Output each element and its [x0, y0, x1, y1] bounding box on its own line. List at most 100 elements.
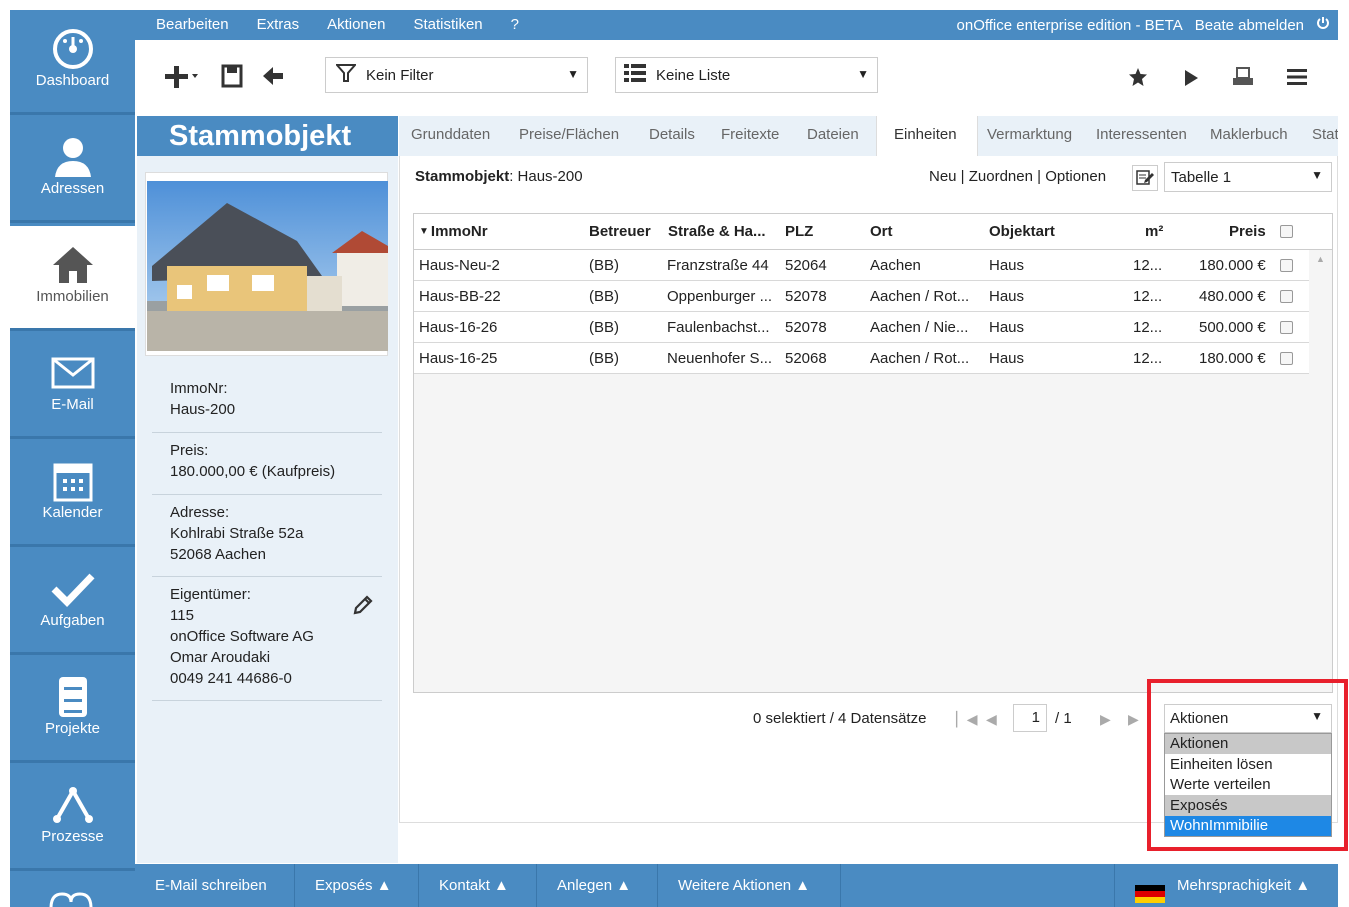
- row-checkbox[interactable]: [1280, 281, 1293, 311]
- object-info-panel: ImmoNr: Haus-200 Preis: 180.000,00 € (Ka…: [137, 156, 398, 863]
- menu-bearbeiten[interactable]: Bearbeiten: [156, 16, 229, 33]
- sidebar-item-label: E-Mail: [51, 396, 94, 413]
- column-header-m2[interactable]: m²: [1145, 214, 1163, 249]
- info-preis: Preis: 180.000,00 € (Kaufpreis): [152, 440, 382, 495]
- edit-pencil-icon[interactable]: [352, 594, 374, 622]
- cell-ort: Aachen / Rot...: [870, 287, 970, 305]
- column-header-immonr[interactable]: ▼ ImmoNr: [419, 214, 488, 249]
- hamburger-menu-icon[interactable]: [1287, 69, 1307, 89]
- vertical-scrollbar[interactable]: ▲: [1311, 250, 1332, 692]
- first-page-icon[interactable]: ▏◀: [956, 711, 978, 728]
- menu-statistiken[interactable]: Statistiken: [413, 16, 482, 33]
- anlegen-menu-button[interactable]: Anlegen ▲: [537, 864, 658, 907]
- column-header-plz[interactable]: PLZ: [785, 214, 813, 249]
- sidebar-item-label: Kalender: [42, 504, 103, 521]
- cell-betreuer: (BB): [589, 256, 619, 274]
- property-photo: [145, 172, 388, 356]
- cell-strasse: Franzstraße 44: [667, 256, 769, 274]
- tab-grunddaten[interactable]: Grunddaten: [411, 116, 490, 156]
- table-row[interactable]: Haus-16-25 (BB) Neuenhofer S... 52068 Aa…: [414, 343, 1309, 374]
- row-checkbox[interactable]: [1280, 250, 1293, 280]
- action-links[interactable]: Neu | Zuordnen | Optionen: [929, 168, 1106, 185]
- cell-preis: 500.000 €: [1199, 318, 1266, 336]
- cell-m2: 12...: [1133, 318, 1163, 336]
- checkmark-icon: [10, 564, 135, 614]
- row-checkbox[interactable]: [1280, 343, 1293, 373]
- cell-ort: Aachen / Nie...: [870, 318, 969, 336]
- tab-freitexte[interactable]: Freitexte: [721, 116, 779, 156]
- row-checkbox[interactable]: [1280, 312, 1293, 342]
- exposes-menu-button[interactable]: Exposés ▲: [295, 864, 419, 907]
- tab-vermarktung[interactable]: Vermarktung: [987, 116, 1072, 156]
- tab-interessenten[interactable]: Interessenten: [1096, 116, 1187, 156]
- edition-label: onOffice enterprise edition - BETA: [956, 16, 1183, 34]
- prev-page-icon[interactable]: ◀: [986, 711, 997, 728]
- sidebar-item-label: Immobilien: [36, 288, 109, 305]
- cell-immonr: Haus-16-25: [419, 349, 498, 367]
- table-header: ▼ ImmoNr Betreuer Straße & Ha... PLZ Ort …: [414, 214, 1332, 250]
- cell-strasse: Faulenbachst...: [667, 318, 770, 336]
- power-icon[interactable]: [1316, 16, 1330, 34]
- filter-select[interactable]: Kein Filter ▼: [325, 57, 588, 93]
- sidebar-item-immobilien[interactable]: Immobilien: [10, 226, 135, 331]
- add-plus-icon[interactable]: [165, 64, 199, 94]
- save-icon[interactable]: [221, 64, 243, 92]
- star-icon[interactable]: [1128, 67, 1148, 91]
- adresse-street: Kohlrabi Straße 52a: [170, 525, 304, 542]
- kontakt-menu-button[interactable]: Kontakt ▲: [419, 864, 537, 907]
- top-menu-bar: Bearbeiten Extras Aktionen Statistiken ?…: [135, 10, 1338, 40]
- column-header-betreuer[interactable]: Betreuer: [589, 214, 651, 249]
- immonr-value: Haus-200: [170, 401, 236, 418]
- tab-stat[interactable]: Stat: [1312, 116, 1338, 156]
- sidebar-item-adressen[interactable]: Adressen: [10, 118, 135, 223]
- table-row[interactable]: Haus-16-26 (BB) Faulenbachst... 52078 Aa…: [414, 312, 1309, 343]
- chevron-down-icon: ▼: [567, 67, 579, 81]
- mehrsprachigkeit-menu-button[interactable]: Mehrsprachigkeit ▲: [1114, 864, 1338, 907]
- menu-help[interactable]: ?: [511, 16, 519, 33]
- table-row[interactable]: Haus-BB-22 (BB) Oppenburger ... 52078 Aa…: [414, 281, 1309, 312]
- select-all-checkbox[interactable]: [1280, 214, 1293, 249]
- sidebar-item-kalender[interactable]: Kalender: [10, 442, 135, 547]
- page-input[interactable]: 1: [1013, 704, 1047, 732]
- sidebar-item-dashboard[interactable]: Dashboard: [10, 10, 135, 115]
- sidebar-item-email[interactable]: E-Mail: [10, 334, 135, 439]
- print-icon[interactable]: [1232, 67, 1254, 91]
- german-flag-icon: [1135, 877, 1165, 904]
- table-view-select[interactable]: Tabelle 1 ▼: [1164, 162, 1332, 192]
- book-icon[interactable]: [48, 890, 94, 907]
- menu-extras[interactable]: Extras: [257, 16, 300, 33]
- sidebar-item-projekte[interactable]: Projekte: [10, 658, 135, 763]
- table-row[interactable]: Haus-Neu-2 (BB) Franzstraße 44 52064 Aac…: [414, 250, 1309, 281]
- adresse-city: 52068 Aachen: [170, 546, 266, 563]
- back-arrow-icon[interactable]: [261, 64, 285, 92]
- envelope-icon: [10, 348, 135, 398]
- calendar-icon: [10, 456, 135, 506]
- column-header-objektart[interactable]: Objektart: [989, 214, 1055, 249]
- page-title: Stammobjekt: [137, 116, 398, 156]
- tab-dateien[interactable]: Dateien: [807, 116, 859, 156]
- sidebar-item-prozesse[interactable]: Prozesse: [10, 766, 135, 871]
- next-page-icon[interactable]: ▶: [1100, 711, 1111, 728]
- bottom-action-bar: E-Mail schreiben Exposés ▲ Kontakt ▲ Anl…: [135, 864, 1338, 907]
- toolbar: Kein Filter ▼ Keine Liste ▼: [135, 40, 1338, 115]
- scroll-up-icon[interactable]: ▲: [1316, 254, 1325, 264]
- weitere-aktionen-menu-button[interactable]: Weitere Aktionen ▲: [658, 864, 841, 907]
- list-select[interactable]: Keine Liste ▼: [615, 57, 878, 93]
- cell-plz: 52068: [785, 349, 827, 367]
- logout-link[interactable]: Beate abmelden: [1195, 17, 1304, 34]
- column-header-preis[interactable]: Preis: [1229, 214, 1266, 249]
- email-schreiben-button[interactable]: E-Mail schreiben: [135, 864, 295, 907]
- menu-aktionen[interactable]: Aktionen: [327, 16, 385, 33]
- edit-table-icon[interactable]: [1132, 165, 1158, 191]
- play-icon[interactable]: [1183, 69, 1199, 91]
- tab-preise-flaechen[interactable]: Preise/Flächen: [519, 116, 619, 156]
- column-header-strasse[interactable]: Straße & Ha...: [668, 214, 778, 249]
- tab-details[interactable]: Details: [649, 116, 695, 156]
- adresse-label: Adresse:: [170, 504, 230, 521]
- filter-select-value: Kein Filter: [366, 66, 434, 84]
- stammobjekt-value: : Haus-200: [509, 168, 583, 185]
- column-header-ort[interactable]: Ort: [870, 214, 893, 249]
- tab-einheiten[interactable]: Einheiten: [876, 116, 978, 156]
- tab-maklerbuch[interactable]: Maklerbuch: [1210, 116, 1288, 156]
- sidebar-item-aufgaben[interactable]: Aufgaben: [10, 550, 135, 655]
